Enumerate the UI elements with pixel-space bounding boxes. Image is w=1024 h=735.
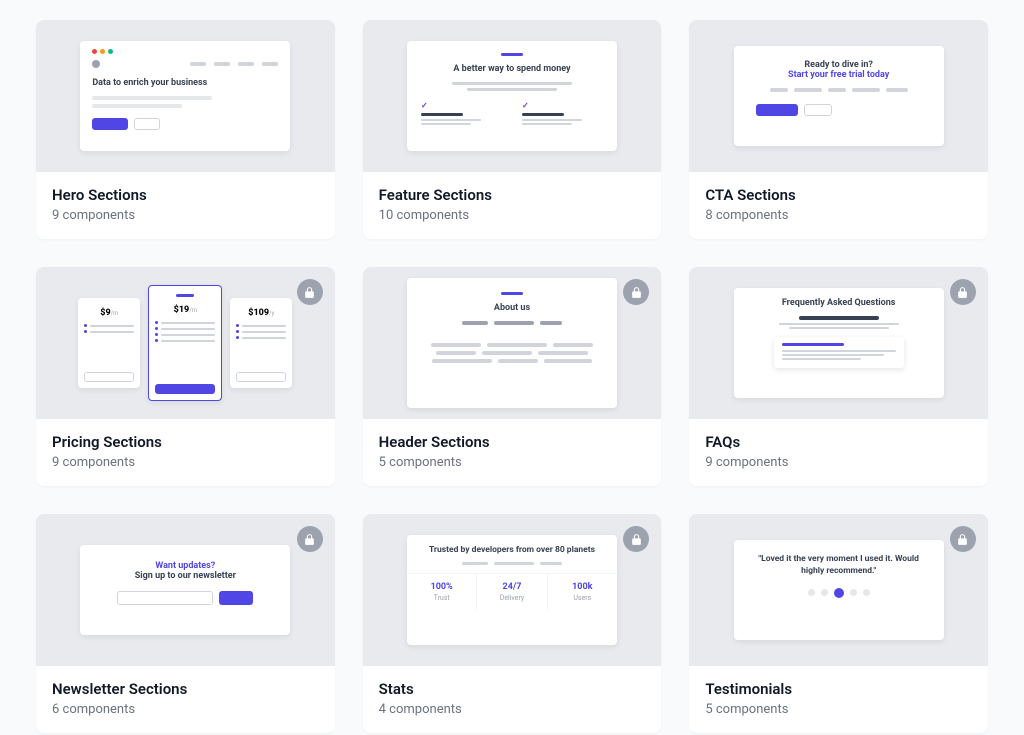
stat-value: 100k: [548, 582, 617, 592]
card-hero-sections[interactable]: Data to enrich your business Hero Sectio…: [36, 20, 335, 239]
preview-header: About us: [363, 267, 662, 419]
card-pricing-sections[interactable]: $9/m $19/m $109/y Pricing Sections: [36, 267, 335, 486]
preview-hero: Data to enrich your business: [36, 20, 335, 172]
stat-label: Trust: [407, 594, 476, 602]
card-sub: 10 components: [379, 208, 646, 223]
preview-testimonials: "Loved it the very moment I used it. Wou…: [689, 514, 988, 666]
preview-stats: Trusted by developers from over 80 plane…: [363, 514, 662, 666]
newsletter-line2: Sign up to our newsletter: [96, 571, 274, 581]
stat-value: 24/7: [477, 582, 546, 592]
check-icon: ✓: [522, 101, 529, 110]
card-faqs[interactable]: Frequently Asked Questions FAQs 9 compon…: [689, 267, 988, 486]
card-info: Hero Sections 9 components: [36, 172, 335, 239]
mock-newsletter: Want updates? Sign up to our newsletter: [80, 545, 290, 635]
newsletter-line1: Want updates?: [96, 561, 274, 571]
card-newsletter-sections[interactable]: Want updates? Sign up to our newsletter …: [36, 514, 335, 733]
card-sub: 4 components: [379, 702, 646, 717]
card-sub: 9 components: [52, 208, 319, 223]
card-feature-sections[interactable]: A better way to spend money ✓ ✓: [363, 20, 662, 239]
window-dots: [92, 49, 278, 54]
card-title: Hero Sections: [52, 186, 319, 204]
card-sub: 9 components: [705, 455, 972, 470]
mock-faq: Frequently Asked Questions: [734, 288, 944, 398]
card-title: Header Sections: [379, 433, 646, 451]
card-sub: 6 components: [52, 702, 319, 717]
cta-line1: Ready to dive in?: [750, 60, 928, 70]
stats-headline: Trusted by developers from over 80 plane…: [417, 545, 607, 556]
card-header-sections[interactable]: About us Header Sections 5 components: [363, 267, 662, 486]
stat-label: Delivery: [477, 594, 546, 602]
card-testimonials[interactable]: "Loved it the very moment I used it. Wou…: [689, 514, 988, 733]
hero-headline: Data to enrich your business: [92, 78, 278, 88]
card-cta-sections[interactable]: Ready to dive in? Start your free trial …: [689, 20, 988, 239]
mock-testimonial: "Loved it the very moment I used it. Wou…: [734, 540, 944, 640]
feature-headline: A better way to spend money: [421, 64, 603, 74]
mock-cta: Ready to dive in? Start your free trial …: [734, 46, 944, 146]
faq-headline: Frequently Asked Questions: [748, 298, 930, 308]
card-title: FAQs: [705, 433, 972, 451]
cta-line2: Start your free trial today: [750, 70, 928, 80]
card-title: Stats: [379, 680, 646, 698]
preview-pricing: $9/m $19/m $109/y: [36, 267, 335, 419]
lock-icon: [950, 526, 976, 552]
mock-header: About us: [407, 278, 617, 408]
lock-icon: [950, 279, 976, 305]
preview-faq: Frequently Asked Questions: [689, 267, 988, 419]
card-title: Feature Sections: [379, 186, 646, 204]
card-title: Testimonials: [705, 680, 972, 698]
check-icon: ✓: [421, 101, 428, 110]
mock-feature: A better way to spend money ✓ ✓: [407, 41, 617, 151]
card-sub: 5 components: [705, 702, 972, 717]
lock-icon: [623, 279, 649, 305]
card-title: CTA Sections: [705, 186, 972, 204]
sections-grid: Data to enrich your business Hero Sectio…: [36, 20, 988, 733]
card-title: Newsletter Sections: [52, 680, 319, 698]
stat-label: Users: [548, 594, 617, 602]
preview-newsletter: Want updates? Sign up to our newsletter: [36, 514, 335, 666]
card-sub: 9 components: [52, 455, 319, 470]
mock-stats: Trusted by developers from over 80 plane…: [407, 535, 617, 645]
card-stats[interactable]: Trusted by developers from over 80 plane…: [363, 514, 662, 733]
mock-pricing: $9/m $19/m $109/y: [78, 285, 292, 401]
pagination-dots: [752, 588, 926, 598]
lock-icon: [297, 279, 323, 305]
stat-value: 100%: [407, 582, 476, 592]
card-sub: 8 components: [705, 208, 972, 223]
header-headline: About us: [423, 303, 601, 313]
lock-icon: [297, 526, 323, 552]
testimonial-quote: "Loved it the very moment I used it. Wou…: [752, 554, 926, 578]
preview-cta: Ready to dive in? Start your free trial …: [689, 20, 988, 172]
card-sub: 5 components: [379, 455, 646, 470]
mock-hero: Data to enrich your business: [80, 41, 290, 151]
card-title: Pricing Sections: [52, 433, 319, 451]
lock-icon: [623, 526, 649, 552]
preview-feature: A better way to spend money ✓ ✓: [363, 20, 662, 172]
